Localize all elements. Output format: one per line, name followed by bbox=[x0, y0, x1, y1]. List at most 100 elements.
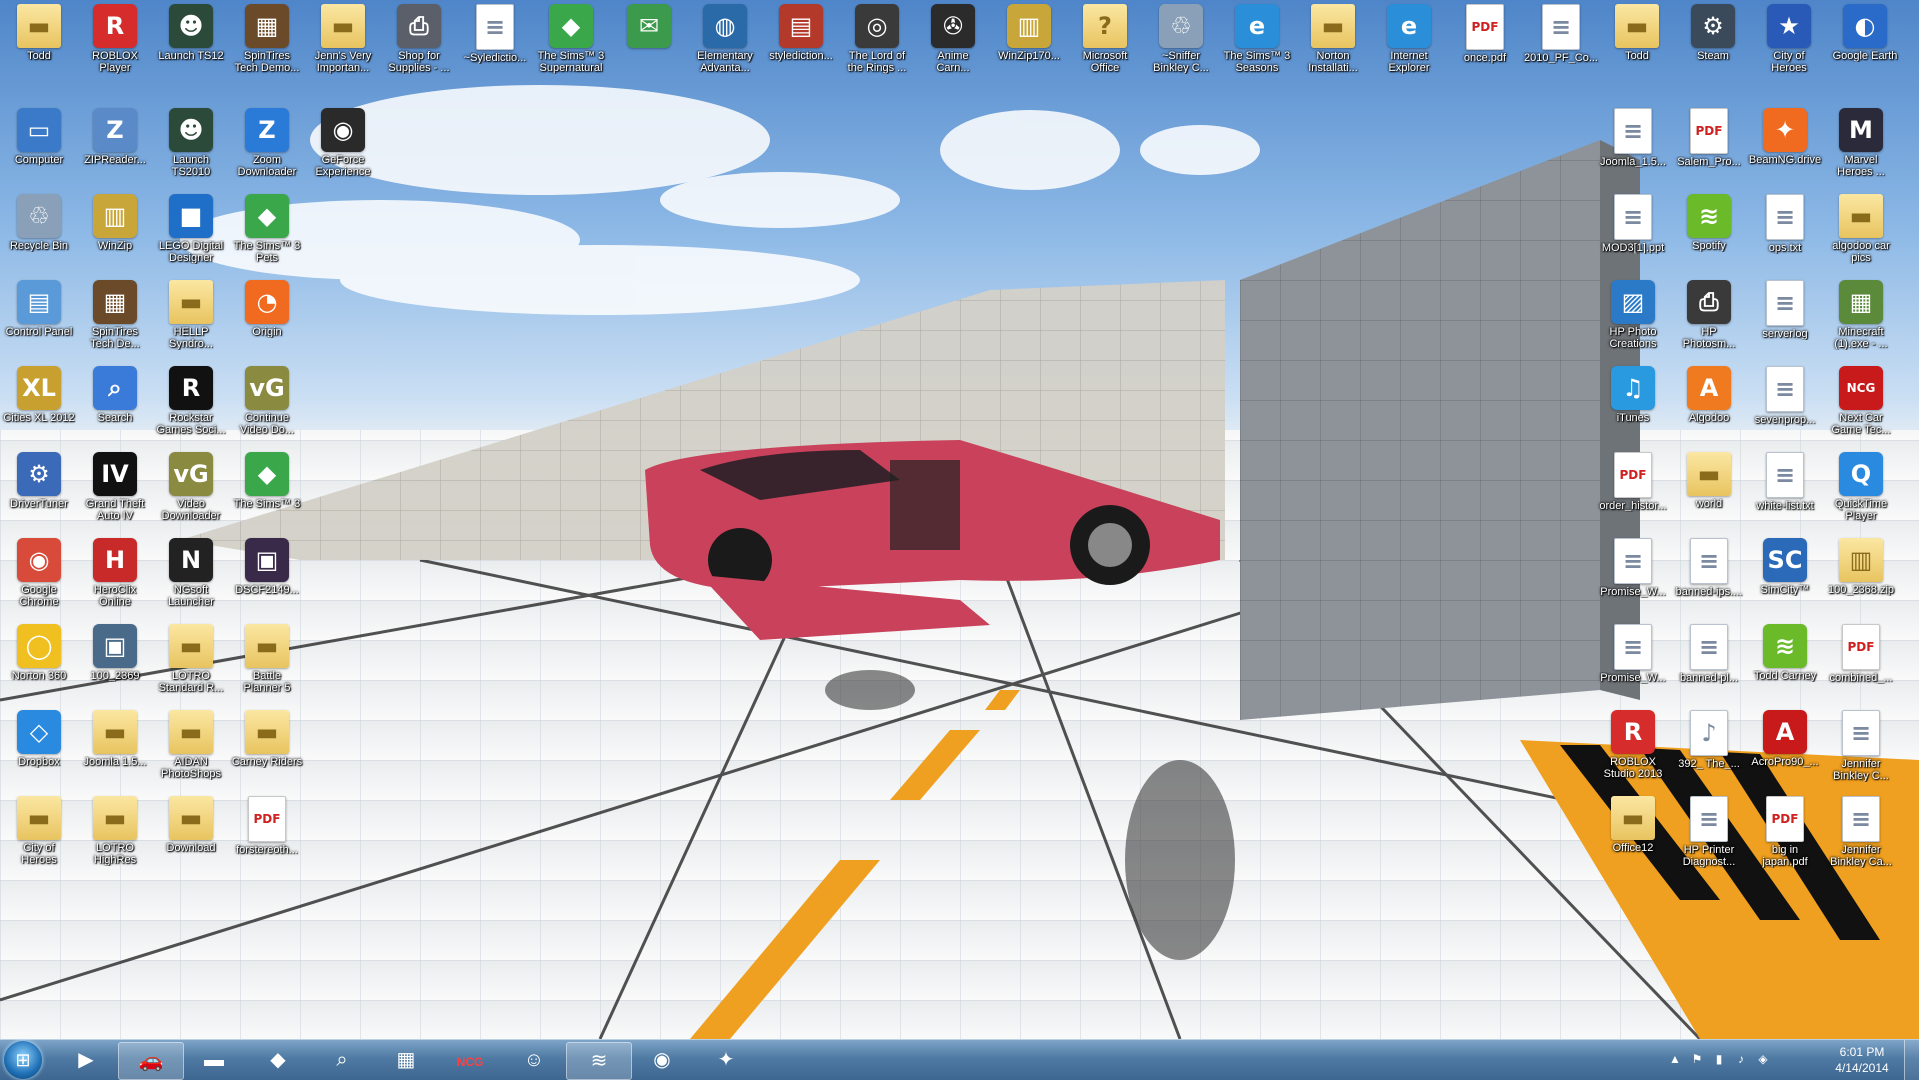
unknown-app-button[interactable]: ◆ bbox=[246, 1042, 310, 1078]
desktop-icon[interactable]: ♲ ~Sniffer Binkley C... bbox=[1142, 2, 1220, 102]
desktop-icon[interactable]: H HeroClix Online bbox=[76, 536, 154, 636]
desktop-icon[interactable]: ≡ MOD3[1].ppt bbox=[1594, 192, 1672, 292]
desktop-icon[interactable]: ☻ Launch TS12 bbox=[152, 2, 230, 102]
desktop-icon[interactable]: ◆ The Sims™ 3 Pets bbox=[228, 192, 306, 292]
desktop-icon[interactable]: ▤ stylediction... bbox=[762, 2, 840, 102]
chrome-task-button[interactable]: ◉ bbox=[630, 1042, 694, 1078]
desktop-icon[interactable]: ▬ algodoo car pics bbox=[1822, 192, 1900, 292]
desktop-icon[interactable]: ▦ Minecraft (1).exe - ... bbox=[1822, 278, 1900, 378]
desktop-icon[interactable]: IV Grand Theft Auto IV bbox=[76, 450, 154, 550]
share-button[interactable]: ✦ bbox=[694, 1042, 758, 1078]
desktop-icon[interactable]: ♲ Recycle Bin bbox=[0, 192, 78, 292]
desktop-icon[interactable]: ≡ banned-pl... bbox=[1670, 622, 1748, 722]
desktop-icon[interactable]: ◆ The Sims™ 3 bbox=[228, 450, 306, 550]
desktop-icon[interactable]: ▤ Control Panel bbox=[0, 278, 78, 378]
desktop-icon[interactable]: ⎙ Shop for Supplies - ... bbox=[380, 2, 458, 102]
clock-time[interactable]: 6:01 PM bbox=[1827, 1045, 1897, 1059]
desktop-icon[interactable]: ☻ Launch TS2010 bbox=[152, 106, 230, 206]
desktop-icon[interactable]: ★ City of Heroes bbox=[1750, 2, 1828, 102]
desktop-icon[interactable]: ◇ Dropbox bbox=[0, 708, 78, 808]
desktop-icon[interactable]: ▥ WinZip170... bbox=[990, 2, 1068, 102]
desktop-icon[interactable]: ◉ GeForce Experience bbox=[304, 106, 382, 206]
tray-app-icon[interactable]: ◈ bbox=[1755, 1051, 1771, 1067]
desktop-icon[interactable]: XL Cities XL 2012 bbox=[0, 364, 78, 464]
desktop-icon[interactable]: ▬ Todd bbox=[1598, 2, 1676, 102]
desktop-icon[interactable]: ▥ 100_2368.zip bbox=[1822, 536, 1900, 636]
desktop-icon[interactable]: ▦ SpinTires Tech De... bbox=[76, 278, 154, 378]
desktop-icon[interactable]: ▦ SpinTires Tech Demo... bbox=[228, 2, 306, 102]
desktop-icon[interactable]: ≡ serverlog bbox=[1746, 278, 1824, 378]
desktop-icon[interactable]: ◯ Norton 360 bbox=[0, 622, 78, 722]
desktop-icon[interactable]: PDF Salem_Pro... bbox=[1670, 106, 1748, 206]
volume-icon[interactable]: ♪ bbox=[1733, 1051, 1749, 1067]
desktop-icon[interactable]: ✉ bbox=[610, 2, 688, 102]
desktop-icon[interactable]: ⌕ Search bbox=[76, 364, 154, 464]
desktop-icon[interactable]: ▬ Jenn's Very Importan... bbox=[304, 2, 382, 102]
desktop-icon[interactable]: ■ LEGO Digital Designer bbox=[152, 192, 230, 292]
desktop-icon[interactable]: ◎ The Lord of the Rings ... bbox=[838, 2, 916, 102]
desktop-icon[interactable]: NCG Next Car Game Tec... bbox=[1822, 364, 1900, 464]
desktop-icon[interactable]: ≡ Promise_W... bbox=[1594, 622, 1672, 722]
desktop-icon[interactable]: N NGsoft Launcher bbox=[152, 536, 230, 636]
desktop-icon[interactable]: ▬ Download bbox=[152, 794, 230, 894]
desktop-icon[interactable]: R ROBLOX Player bbox=[76, 2, 154, 102]
desktop-icon[interactable]: ≡ sevenprop... bbox=[1746, 364, 1824, 464]
desktop-icon[interactable]: ▬ Norton Installati... bbox=[1294, 2, 1372, 102]
desktop-icon[interactable]: Q QuickTime Player bbox=[1822, 450, 1900, 550]
desktop-icon[interactable]: PDF forstereoth... bbox=[228, 794, 306, 894]
desktop-icon[interactable]: PDF order_histor... bbox=[1594, 450, 1672, 550]
desktop-icon[interactable]: ≡ HP Printer Diagnost... bbox=[1670, 794, 1748, 894]
desktop-icon[interactable]: ? Microsoft Office bbox=[1066, 2, 1144, 102]
desktop-icon[interactable]: ▬ HELLP Syndro... bbox=[152, 278, 230, 378]
desktop-icon[interactable]: ≡ Joomla_1.5... bbox=[1594, 106, 1672, 206]
start-button[interactable]: ⊞ bbox=[4, 1041, 42, 1079]
desktop-icon[interactable]: ♫ iTunes bbox=[1594, 364, 1672, 464]
desktop-icon[interactable]: ▬ Joomla 1.5... bbox=[76, 708, 154, 808]
desktop-icon[interactable]: ▣ DSCF2149... bbox=[228, 536, 306, 636]
flag-icon[interactable]: ⚑ bbox=[1689, 1051, 1705, 1067]
desktop-icon[interactable]: ◐ Google Earth bbox=[1826, 2, 1904, 102]
desktop-icon[interactable]: ◍ Elementary Advanta... bbox=[686, 2, 764, 102]
desktop-icon[interactable]: ▬ LOTRO HighRes bbox=[76, 794, 154, 894]
desktop-icon[interactable]: Z ZIPReader... bbox=[76, 106, 154, 206]
desktop-icon[interactable]: PDF big in japan.pdf bbox=[1746, 794, 1824, 894]
desktop-icon[interactable]: ▥ WinZip bbox=[76, 192, 154, 292]
desktop-icon[interactable]: PDF once.pdf bbox=[1446, 2, 1524, 102]
desktop-icon[interactable]: ▬ Carney Riders bbox=[228, 708, 306, 808]
desktop-icon[interactable]: A Algodoo bbox=[1670, 364, 1748, 464]
desktop-icon[interactable]: e Internet Explorer bbox=[1370, 2, 1448, 102]
desktop-icon[interactable]: ▨ HP Photo Creations bbox=[1594, 278, 1672, 378]
desktop-icon[interactable]: ▬ Todd bbox=[0, 2, 78, 102]
desktop-icon[interactable]: ✇ Anime Carn... bbox=[914, 2, 992, 102]
desktop-icon[interactable]: ◉ Google Chrome bbox=[0, 536, 78, 636]
desktop-icon[interactable]: ≋ Todd Carney bbox=[1746, 622, 1824, 722]
desktop-icon[interactable]: ▬ Battle Planner 5 bbox=[228, 622, 306, 722]
desktop-icon[interactable]: ▬ AIDAN PhotoShops bbox=[152, 708, 230, 808]
desktop[interactable]: ▬ Todd R ROBLOX Player ☻ Launch TS12 ▦ SpinTire… bbox=[0, 0, 1919, 1039]
show-desktop-button[interactable] bbox=[1904, 1040, 1919, 1080]
desktop-icon[interactable]: ▬ Office12 bbox=[1594, 794, 1672, 894]
desktop-icon[interactable]: Z Zoom Downloader bbox=[228, 106, 306, 206]
network-icon[interactable]: ▮ bbox=[1711, 1051, 1727, 1067]
desktop-icon[interactable]: ⚙ DriverTuner bbox=[0, 450, 78, 550]
desktop-icon[interactable]: ≡ banned-ips.... bbox=[1670, 536, 1748, 636]
desktop-icon[interactable]: ▣ 100_2369 bbox=[76, 622, 154, 722]
desktop-icon[interactable]: ⎙ HP Photosm... bbox=[1670, 278, 1748, 378]
desktop-icon[interactable]: ≡ Jennifer Binkley C... bbox=[1822, 708, 1900, 808]
desktop-icon[interactable]: vG Video Downloader bbox=[152, 450, 230, 550]
ncg-button[interactable]: NCG bbox=[438, 1042, 502, 1078]
desktop-icon[interactable]: ▬ world bbox=[1670, 450, 1748, 550]
people-button[interactable]: ☺ bbox=[502, 1042, 566, 1078]
desktop-icon[interactable]: ▬ City of Heroes bbox=[0, 794, 78, 894]
desktop-icon[interactable]: ✦ BeamNG.drive bbox=[1746, 106, 1824, 206]
desktop-icon[interactable]: ≋ Spotify bbox=[1670, 192, 1748, 292]
desktop-icon[interactable]: ♪ 392_ The_... bbox=[1670, 708, 1748, 808]
desktop-icon[interactable]: ≡ white-list.txt bbox=[1746, 450, 1824, 550]
desktop-icon[interactable]: ▬ LOTRO Standard R... bbox=[152, 622, 230, 722]
desktop-icon[interactable]: ▭ Computer bbox=[0, 106, 78, 206]
show-hidden-icon[interactable]: ▲ bbox=[1667, 1051, 1683, 1067]
desktop-icon[interactable]: vG Continue Video Do... bbox=[228, 364, 306, 464]
desktop-icon[interactable]: PDF combined_... bbox=[1822, 622, 1900, 722]
desktop-icon[interactable]: ≡ ops.txt bbox=[1746, 192, 1824, 292]
desktop-icon[interactable]: M Marvel Heroes ... bbox=[1822, 106, 1900, 206]
